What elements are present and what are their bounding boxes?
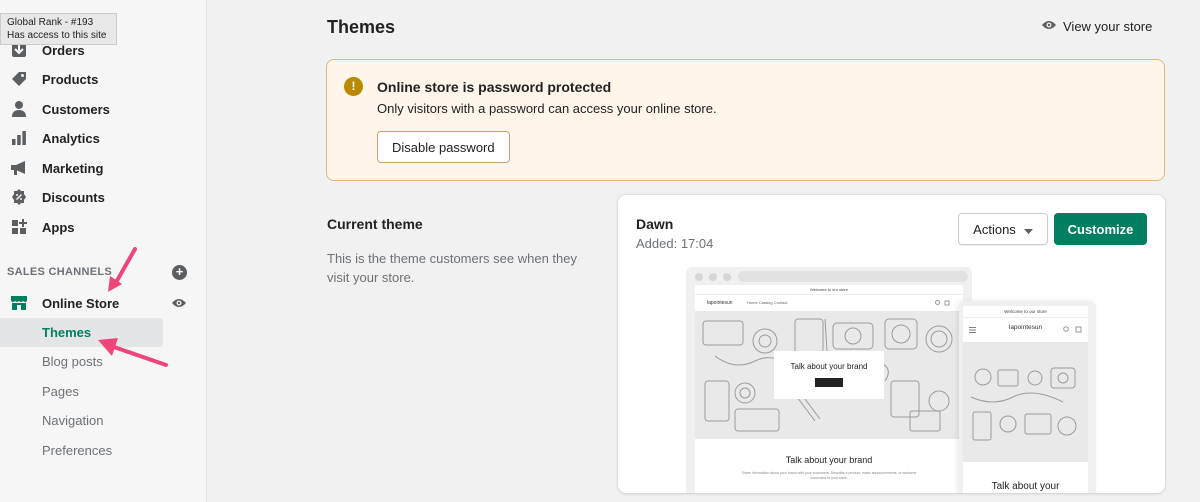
page-title: Themes (327, 17, 396, 37)
sidebar-item-marketing[interactable]: Marketing (0, 153, 207, 183)
sidebar-item-discounts[interactable]: Discounts (0, 182, 207, 212)
theme-added-time: Added: 17:04 (636, 236, 714, 251)
current-theme-heading: Current theme (327, 216, 423, 232)
theme-mobile-preview[interactable]: Welcome to our store lapointesun Talk ab… (959, 301, 1096, 493)
tooltip-line: Global Rank - #193 (7, 17, 94, 28)
sidebar-item-products[interactable]: Products (0, 64, 207, 94)
preview-announcement: Welcome to our store (695, 285, 963, 295)
sidebar-subitem-pages[interactable]: Pages (0, 377, 207, 406)
preview-search-cart-icon (935, 300, 950, 306)
mobile-preview-announcement: Welcome to our store (963, 306, 1088, 318)
sidebar-subitem-label: Preferences (42, 443, 113, 458)
preview-header: lapointesun Home Catalog Contact (695, 295, 963, 311)
mobile-preview-section-title: Talk about your (991, 481, 1060, 492)
sidebar-subitem-navigation[interactable]: Navigation (0, 406, 207, 435)
view-your-store-link[interactable]: View your store (1041, 17, 1152, 35)
customize-button[interactable]: Customize (1054, 213, 1147, 245)
sidebar-subitem-label: Navigation (42, 413, 104, 428)
sidebar-item-label: Discounts (42, 189, 105, 205)
current-theme-card: Dawn Added: 17:04 Actions Customize Welc… (618, 195, 1165, 493)
store-icon (10, 294, 28, 312)
preview-section-text: Share information about your brand with … (741, 471, 917, 480)
preview-hero-box: Talk about your brand (774, 351, 884, 399)
sales-channels-heading: SALES CHANNELS (7, 266, 113, 278)
current-theme-description: This is the theme customers see when the… (327, 251, 578, 285)
banner-text: Only visitors with a password can access… (377, 101, 717, 116)
sidebar-subitem-label: Pages (42, 384, 79, 399)
sidebar-item-label: Customers (42, 101, 110, 117)
sidebar-subitem-themes[interactable]: Themes (0, 318, 163, 347)
tooltip-line: Has access to this site (7, 30, 107, 41)
preview-hero-text: Talk about your brand (790, 362, 868, 371)
preview-section-title: Talk about your brand (785, 455, 873, 465)
mobile-search-cart-icon (1063, 326, 1082, 333)
theme-desktop-preview[interactable]: Welcome to our store lapointesun Home Ca… (686, 267, 972, 493)
sidebar-subitem-blog-posts[interactable]: Blog posts (0, 347, 207, 376)
add-sales-channel-icon[interactable]: + (172, 265, 187, 280)
warning-icon: ! (344, 77, 363, 96)
theme-name: Dawn (636, 216, 674, 232)
apps-icon (10, 218, 28, 236)
sidebar-item-label: Online Store (42, 295, 120, 311)
sidebar-subitem-label: Blog posts (42, 354, 103, 369)
caret-down-icon (1023, 222, 1033, 237)
address-bar (738, 271, 968, 282)
preview-store-name: lapointesun (707, 300, 733, 306)
mobile-preview-page: Welcome to our store lapointesun Talk ab… (963, 306, 1088, 493)
bar-chart-icon (10, 129, 28, 147)
extension-tooltip: Global Rank - #193 Has access to this si… (0, 13, 117, 45)
disable-password-button[interactable]: Disable password (377, 131, 510, 163)
sidebar-item-label: Apps (42, 219, 75, 235)
megaphone-icon (10, 159, 28, 177)
preview-hero-button (815, 378, 843, 387)
password-protected-banner: ! Online store is password protected Onl… (326, 59, 1165, 181)
actions-label: Actions (973, 221, 1016, 237)
preview-hero-image: Talk about your brand (695, 311, 963, 439)
preview-page: Welcome to our store lapointesun Home Ca… (695, 285, 963, 493)
sidebar-item-label: Products (42, 71, 99, 87)
sidebar: Orders Products Customers Analytics Mark… (0, 0, 207, 502)
sidebar-item-apps[interactable]: Apps (0, 212, 207, 242)
preview-nav-links: Home Catalog Contact (747, 300, 788, 305)
actions-dropdown-button[interactable]: Actions (958, 213, 1048, 245)
sidebar-item-label: Marketing (42, 160, 104, 176)
view-online-store-icon[interactable] (171, 296, 187, 308)
mobile-hero-illustration (970, 367, 1077, 441)
person-icon (10, 100, 28, 118)
mobile-preview-hero (963, 342, 1088, 462)
sidebar-item-analytics[interactable]: Analytics (0, 123, 207, 153)
sidebar-item-customers[interactable]: Customers (0, 94, 207, 124)
sidebar-item-label: Analytics (42, 130, 100, 146)
tag-icon (10, 70, 28, 88)
eye-icon (1041, 19, 1057, 34)
sidebar-subitem-label: Themes (42, 325, 92, 340)
discount-icon (10, 188, 28, 206)
banner-title: Online store is password protected (377, 79, 612, 95)
view-your-store-label: View your store (1063, 18, 1153, 34)
sidebar-subitem-preferences[interactable]: Preferences (0, 436, 207, 465)
